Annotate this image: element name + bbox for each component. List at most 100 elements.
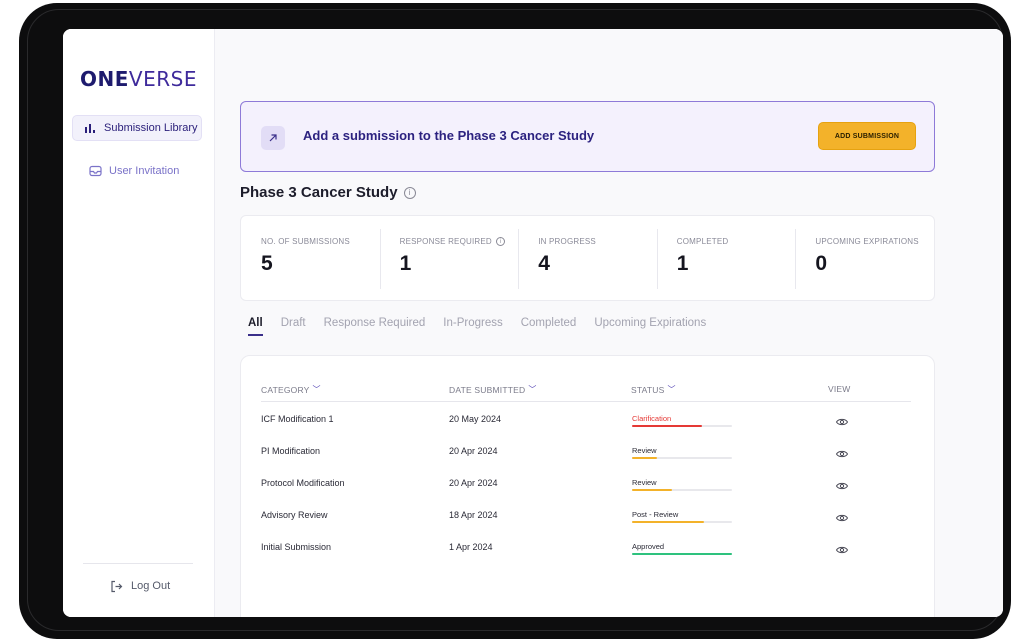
status-progress-fill <box>632 521 704 523</box>
stat-label: COMPLETED <box>676 237 729 246</box>
sidebar-item-label: Submission Library <box>104 122 198 134</box>
category-cell: ICF Modification 1 <box>261 414 334 424</box>
stat-value: 4 <box>538 252 550 275</box>
table-row: Advisory Review 18 Apr 2024 Post - Revie… <box>261 510 911 538</box>
date-cell: 18 Apr 2024 <box>449 510 498 520</box>
main-content: Add a submission to the Phase 3 Cancer S… <box>215 29 1003 617</box>
category-cell: PI Modification <box>261 446 321 456</box>
category-cell: Protocol Modification <box>261 478 345 488</box>
logo-part-two: VERSE <box>128 67 197 91</box>
category-cell: Advisory Review <box>261 510 328 520</box>
status-label: Review <box>632 478 657 487</box>
status-progress-bar <box>632 521 732 523</box>
view-eye-icon[interactable] <box>835 511 849 525</box>
category-cell: Initial Submission <box>261 542 332 552</box>
app-screen: ONEVERSE Submission Library User Invitat… <box>63 29 1003 617</box>
date-cell: 1 Apr 2024 <box>449 542 493 552</box>
table-row: PI Modification 20 Apr 2024 Review <box>261 446 911 474</box>
tab-upcoming-expirations[interactable]: Upcoming Expirations <box>594 317 706 336</box>
stats-card: NO. OF SUBMISSIONS 5 RESPONSE REQUIRED i… <box>240 215 935 301</box>
status-label: Post - Review <box>632 510 679 519</box>
view-eye-icon[interactable] <box>835 415 849 429</box>
sidebar-item-submission-library[interactable]: Submission Library <box>72 115 202 141</box>
logo-part-one: ONE <box>80 67 129 91</box>
status-progress-fill <box>632 425 702 427</box>
sidebar-divider <box>83 563 193 564</box>
sidebar-item-user-invitation[interactable]: User Invitation <box>72 158 202 184</box>
status-progress-bar <box>632 489 732 491</box>
stat-value: 0 <box>815 252 828 275</box>
study-title-text: Phase 3 Cancer Study <box>240 184 398 201</box>
logout-label: Log Out <box>131 580 171 592</box>
tab-in-progress[interactable]: In-Progress <box>443 317 502 336</box>
date-cell: 20 May 2024 <box>449 414 502 424</box>
view-eye-icon[interactable] <box>835 479 849 493</box>
stat-value: 5 <box>261 252 273 275</box>
date-cell: 20 Apr 2024 <box>449 478 498 488</box>
logout-icon <box>109 579 123 593</box>
status-progress-fill <box>632 457 657 459</box>
view-header: VIEW <box>828 384 851 394</box>
view-eye-icon[interactable] <box>835 543 849 557</box>
tablet-frame: ONEVERSE Submission Library User Invitat… <box>19 3 1011 639</box>
status-progress-fill <box>632 553 732 555</box>
stat-completed: COMPLETED 1 <box>656 216 796 300</box>
add-submission-banner: Add a submission to the Phase 3 Cancer S… <box>240 101 935 172</box>
stat-response-required: RESPONSE REQUIRED i 1 <box>379 216 519 300</box>
info-icon[interactable]: i <box>403 186 416 199</box>
stat-label: NO. OF SUBMISSIONS <box>261 237 350 246</box>
arrow-up-right-icon <box>261 126 285 150</box>
status-header[interactable]: STATUS ﹀ <box>631 384 676 395</box>
status-progress-bar <box>632 425 732 427</box>
header-label: VIEW <box>828 384 851 394</box>
header-label: DATE SUBMITTED <box>449 384 526 395</box>
stat-label: RESPONSE REQUIRED <box>399 237 492 246</box>
sidebar-item-label: User Invitation <box>109 165 180 177</box>
page-title: Phase 3 Cancer Study i <box>240 184 416 201</box>
status-cell: Review <box>632 446 732 459</box>
header-label: CATEGORY <box>261 384 310 395</box>
tab-completed[interactable]: Completed <box>521 317 577 336</box>
tab-draft[interactable]: Draft <box>281 317 306 336</box>
status-label: Review <box>632 446 657 455</box>
banner-text: Add a submission to the Phase 3 Cancer S… <box>303 128 595 143</box>
status-progress-bar <box>632 553 732 555</box>
stat-label: IN PROGRESS <box>538 237 596 246</box>
stat-submissions: NO. OF SUBMISSIONS 5 <box>241 216 380 300</box>
header-label: STATUS <box>631 384 665 395</box>
tab-response-required[interactable]: Response Required <box>324 317 426 336</box>
submissions-table: CATEGORY ﹀ DATE SUBMITTED ﹀ STATUS ﹀ VIE… <box>240 355 935 617</box>
stat-value: 1 <box>676 252 689 275</box>
stat-in-progress: IN PROGRESS 4 <box>518 216 657 300</box>
stat-label-wrap: RESPONSE REQUIRED i <box>400 237 519 246</box>
sidebar: ONEVERSE Submission Library User Invitat… <box>63 29 215 617</box>
stat-label: UPCOMING EXPIRATIONS <box>815 237 919 246</box>
status-progress-bar <box>632 457 732 459</box>
bar-chart-icon <box>83 121 97 135</box>
add-submission-button[interactable]: ADD SUBMISSION <box>818 122 916 150</box>
table-header: CATEGORY ﹀ DATE SUBMITTED ﹀ STATUS ﹀ VIE… <box>261 384 911 402</box>
stat-value: 1 <box>399 252 412 275</box>
status-cell: Review <box>632 478 732 491</box>
table-row: Protocol Modification 20 Apr 2024 Review <box>261 478 911 506</box>
inbox-icon <box>88 164 102 178</box>
stat-upcoming-expirations: UPCOMING EXPIRATIONS 0 <box>795 216 934 300</box>
logout-button[interactable]: Log Out <box>109 579 170 593</box>
category-header[interactable]: CATEGORY ﹀ <box>261 384 321 395</box>
oneverse-logo: ONEVERSE <box>80 67 197 91</box>
tab-all[interactable]: All <box>248 317 263 336</box>
status-label: Clarification <box>632 414 672 423</box>
status-tabs: All Draft Response Required In-Progress … <box>248 317 706 336</box>
table-row: ICF Modification 1 20 May 2024 Clarifica… <box>261 414 911 442</box>
status-cell: Approved <box>632 542 732 555</box>
status-label: Approved <box>632 542 665 551</box>
table-row: Initial Submission 1 Apr 2024 Approved <box>261 542 911 570</box>
info-icon[interactable]: i <box>495 237 505 246</box>
view-eye-icon[interactable] <box>835 447 849 461</box>
status-cell: Clarification <box>632 414 732 427</box>
chevron-down-icon: ﹀ <box>667 385 676 394</box>
status-progress-fill <box>632 489 672 491</box>
date-header[interactable]: DATE SUBMITTED ﹀ <box>449 384 537 395</box>
date-cell: 20 Apr 2024 <box>449 446 498 456</box>
status-cell: Post - Review <box>632 510 732 523</box>
